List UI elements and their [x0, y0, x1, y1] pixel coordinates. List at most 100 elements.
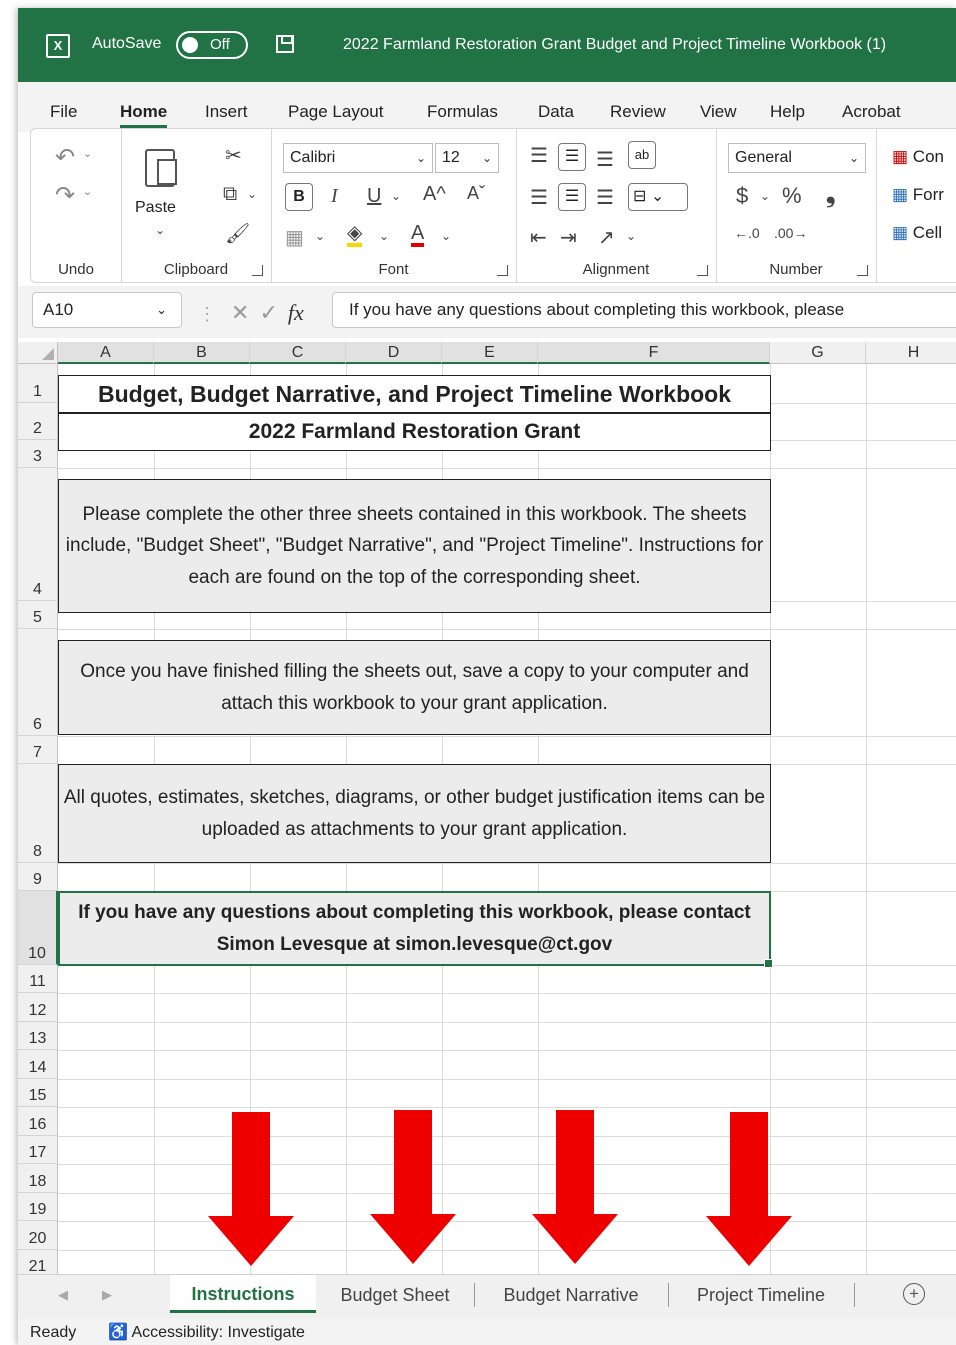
borders-icon[interactable]: ▦ — [285, 225, 304, 250]
column-header-f[interactable]: F — [538, 342, 770, 364]
fill-color-icon[interactable]: ◈ — [347, 223, 363, 247]
percent-button[interactable]: % — [782, 183, 802, 209]
font-name-select[interactable]: Calibri ⌄ — [283, 143, 433, 173]
formula-input[interactable]: If you have any questions about completi… — [332, 292, 956, 328]
tab-help[interactable]: Help — [770, 102, 805, 122]
instructions-paragraph-cell[interactable]: Please complete the other three sheets c… — [58, 479, 771, 613]
attachments-paragraph-cell[interactable]: All quotes, estimates, sketches, diagram… — [58, 764, 771, 863]
row-header[interactable]: 10 — [18, 891, 58, 965]
currency-button[interactable]: $ — [736, 183, 748, 209]
align-center-icon[interactable]: ☰ — [558, 183, 586, 211]
row-header[interactable]: 19 — [18, 1193, 58, 1221]
copy-icon[interactable]: ⧉ — [223, 183, 237, 206]
worksheet-grid[interactable]: A B C D E F G H 1 2 3 4 5 6 7 8 9 10 11 … — [18, 342, 956, 1282]
column-header-a[interactable]: A — [58, 342, 154, 364]
grow-font-button[interactable]: A^ — [423, 183, 446, 206]
orientation-icon[interactable]: ↗ — [598, 225, 615, 250]
chevron-down-icon[interactable]: ⌄ — [83, 147, 92, 160]
decrease-decimal-icon[interactable]: .00→ — [774, 225, 807, 241]
decrease-indent-icon[interactable]: ⇤ — [530, 225, 547, 250]
row-header[interactable]: 13 — [18, 1022, 58, 1050]
row-header[interactable]: 6 — [18, 629, 58, 736]
name-box[interactable]: A10 ⌄ — [32, 292, 182, 328]
cancel-icon[interactable]: ✕ — [231, 300, 249, 325]
dialog-launcher-icon[interactable] — [857, 265, 868, 276]
sheet-tab-instructions[interactable]: Instructions — [170, 1275, 316, 1313]
cell-styles-button[interactable]: ▦ Cell — [892, 223, 942, 243]
tab-page-layout[interactable]: Page Layout — [288, 102, 383, 122]
row-header[interactable]: 1 — [18, 364, 58, 403]
font-size-select[interactable]: 12 ⌄ — [435, 143, 499, 173]
row-header[interactable]: 8 — [18, 764, 58, 863]
align-bottom-icon[interactable]: ☰ — [596, 147, 614, 172]
tab-view[interactable]: View — [700, 102, 737, 122]
redo-icon[interactable]: ↷ — [55, 181, 75, 210]
column-header-b[interactable]: B — [154, 342, 250, 364]
accessibility-status[interactable]: ♿ Accessibility: Investigate — [108, 1322, 305, 1342]
chevron-down-icon[interactable]: ⌄ — [155, 223, 165, 237]
increase-indent-icon[interactable]: ⇥ — [560, 225, 577, 250]
row-header[interactable]: 17 — [18, 1136, 58, 1164]
align-left-icon[interactable]: ☰ — [530, 185, 548, 210]
align-right-icon[interactable]: ☰ — [596, 185, 614, 210]
chevron-down-icon[interactable]: ⌄ — [315, 229, 325, 243]
bold-button[interactable]: B — [285, 183, 313, 211]
row-header[interactable]: 9 — [18, 863, 58, 891]
conditional-formatting-button[interactable]: ▦ Con — [892, 147, 944, 167]
dialog-launcher-icon[interactable] — [252, 265, 263, 276]
cut-icon[interactable]: ✂ — [225, 143, 242, 168]
fill-handle[interactable] — [764, 959, 773, 968]
column-header-e[interactable]: E — [442, 342, 538, 364]
chevron-down-icon[interactable]: ⌄ — [626, 229, 636, 243]
tab-acrobat[interactable]: Acrobat — [842, 102, 901, 122]
comma-button[interactable]: ❟ — [826, 181, 835, 209]
sheet-tab-project-timeline[interactable]: Project Timeline — [668, 1283, 855, 1307]
autosave-toggle[interactable]: Off — [176, 31, 248, 59]
scroll-right-icon[interactable]: ▶ — [102, 1287, 112, 1303]
enter-icon[interactable]: ✓ — [259, 300, 277, 325]
tab-file[interactable]: File — [50, 102, 77, 122]
column-header-h[interactable]: H — [866, 342, 956, 364]
underline-button[interactable]: U — [367, 185, 381, 208]
chevron-down-icon[interactable]: ⌄ — [391, 189, 401, 203]
row-header[interactable]: 2 — [18, 403, 58, 440]
scroll-left-icon[interactable]: ◀ — [58, 1287, 68, 1303]
format-as-table-button[interactable]: ▦ Forr — [892, 185, 944, 205]
tab-review[interactable]: Review — [610, 102, 666, 122]
tab-insert[interactable]: Insert — [205, 102, 248, 122]
tab-data[interactable]: Data — [538, 102, 574, 122]
chevron-down-icon[interactable]: ⌄ — [247, 187, 257, 201]
insert-function-button[interactable]: fx — [288, 300, 304, 325]
paste-icon[interactable] — [145, 149, 177, 187]
column-header-g[interactable]: G — [770, 342, 866, 364]
sheet-tab-budget-sheet[interactable]: Budget Sheet — [316, 1283, 475, 1307]
row-header[interactable]: 11 — [18, 965, 58, 993]
number-format-select[interactable]: General ⌄ — [728, 143, 866, 173]
row-header[interactable]: 12 — [18, 993, 58, 1022]
select-all-button[interactable] — [18, 342, 58, 364]
chevron-down-icon[interactable]: ⌄ — [379, 229, 389, 243]
italic-button[interactable]: I — [331, 185, 338, 208]
align-middle-icon[interactable]: ☰ — [558, 143, 586, 171]
contact-cell-selected[interactable]: If you have any questions about completi… — [58, 891, 773, 968]
row-header[interactable]: 7 — [18, 736, 58, 764]
grant-title-cell[interactable]: 2022 Farmland Restoration Grant — [58, 413, 771, 451]
workbook-title-cell[interactable]: Budget, Budget Narrative, and Project Ti… — [58, 375, 771, 413]
tab-formulas[interactable]: Formulas — [427, 102, 498, 122]
row-header[interactable]: 3 — [18, 440, 58, 468]
row-header[interactable]: 20 — [18, 1221, 58, 1250]
row-header[interactable]: 4 — [18, 468, 58, 601]
paste-label[interactable]: Paste — [135, 199, 176, 217]
undo-icon[interactable]: ↶ — [55, 143, 75, 172]
tab-home[interactable]: Home — [120, 102, 168, 128]
row-header[interactable]: 14 — [18, 1050, 58, 1079]
column-header-d[interactable]: D — [346, 342, 442, 364]
save-paragraph-cell[interactable]: Once you have finished filling the sheet… — [58, 640, 771, 735]
format-painter-icon[interactable]: 🖌 — [225, 221, 250, 246]
align-top-icon[interactable]: ☰ — [530, 143, 548, 168]
chevron-down-icon[interactable]: ⌄ — [760, 189, 770, 203]
chevron-down-icon[interactable]: ⌄ — [441, 229, 451, 243]
font-color-button[interactable]: A — [411, 223, 425, 247]
row-header[interactable]: 16 — [18, 1107, 58, 1136]
dialog-launcher-icon[interactable] — [697, 265, 708, 276]
